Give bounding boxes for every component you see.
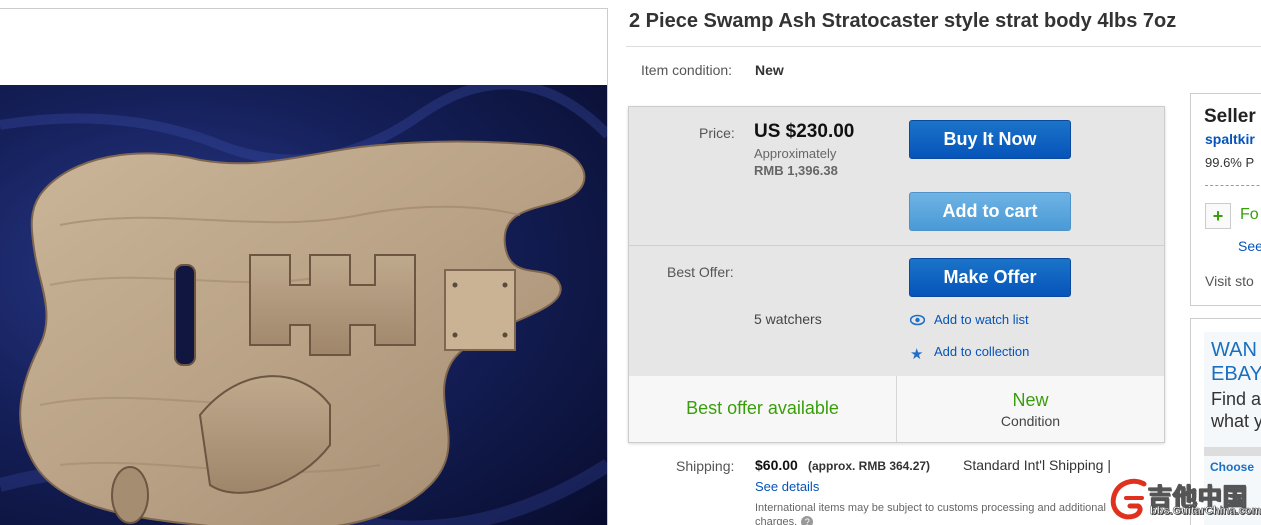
ad-choose-link[interactable]: Choose — [1210, 460, 1254, 474]
ad-headline: WAN EBAY — [1211, 338, 1261, 386]
add-to-collection-link[interactable]: Add to collection — [934, 344, 1029, 359]
best-offer-available: Best offer available — [686, 398, 839, 418]
see-details-link[interactable]: See details — [755, 479, 819, 494]
product-image[interactable] — [0, 85, 607, 525]
ad-body-line-2: what y — [1211, 411, 1261, 431]
watermark-url: bbs.GuitarChina.com — [1150, 505, 1261, 518]
seller-name-link[interactable]: spaltkir — [1205, 131, 1255, 147]
star-icon: ★ — [910, 346, 924, 363]
price-value: US $230.00 — [754, 121, 855, 142]
info-icon[interactable]: ? — [801, 516, 814, 525]
seller-heading: Seller — [1204, 106, 1256, 127]
ad-body: Find a what y — [1211, 388, 1261, 432]
ad-headline-line-2: EBAY — [1211, 363, 1261, 385]
see-other-items-link[interactable]: See — [1238, 238, 1261, 254]
price-label: Price: — [699, 125, 735, 141]
follow-seller-link[interactable]: Fo — [1240, 206, 1259, 224]
shipping-approx: (approx. RMB 364.27) — [808, 459, 931, 473]
watchers-count: 5 watchers — [754, 311, 822, 327]
ad-body-line-1: Find a — [1211, 389, 1261, 409]
visit-store-link[interactable]: Visit sto — [1205, 273, 1254, 289]
seller-feedback: 99.6% P — [1205, 155, 1255, 170]
guitarchina-logo-icon — [1110, 478, 1147, 520]
buy-box-divider — [629, 245, 1164, 246]
guitar-body-image — [0, 85, 607, 525]
eye-icon — [909, 314, 926, 329]
item-condition-value: New — [755, 62, 784, 78]
item-condition-label: Item condition: — [641, 62, 733, 78]
title-divider — [626, 46, 1261, 47]
approx-value: RMB 1,396.38 — [754, 163, 838, 178]
listing-title: 2 Piece Swamp Ash Stratocaster style str… — [629, 10, 1177, 32]
image-viewer — [0, 8, 608, 525]
condition-caption: Condition — [1000, 413, 1061, 429]
add-to-cart-button[interactable]: Add to cart — [909, 192, 1071, 231]
customs-note: International items may be subject to cu… — [755, 501, 1135, 525]
ad-divider — [1204, 447, 1261, 456]
condition-new: New — [1012, 390, 1049, 410]
make-offer-button[interactable]: Make Offer — [909, 258, 1071, 297]
add-to-watch-list-link[interactable]: Add to watch list — [934, 312, 1029, 327]
shipping-label: Shipping: — [676, 458, 735, 474]
approx-label: Approximately — [754, 146, 837, 161]
buy-it-now-button[interactable]: Buy It Now — [909, 120, 1071, 159]
shipping-method: Standard Int'l Shipping | — [963, 457, 1111, 473]
seller-divider — [1205, 185, 1261, 186]
plus-icon[interactable]: + — [1205, 203, 1231, 229]
shipping-cost: $60.00 — [755, 457, 798, 473]
ad-headline-line-1: WAN — [1211, 339, 1257, 361]
best-offer-label: Best Offer: — [667, 264, 734, 280]
